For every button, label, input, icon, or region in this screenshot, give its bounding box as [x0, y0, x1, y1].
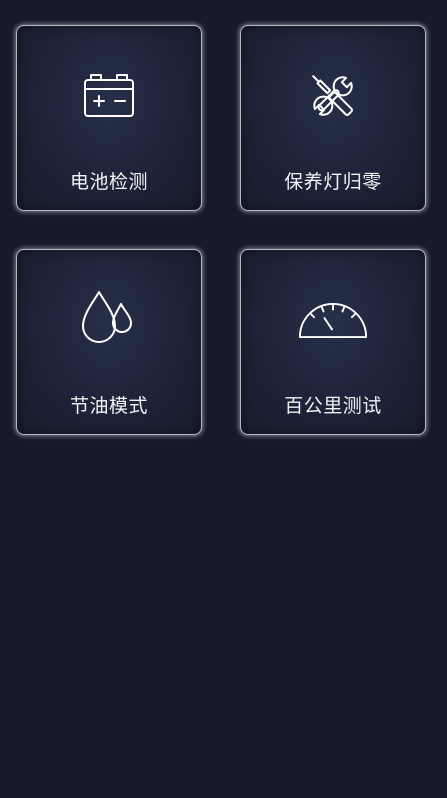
maintenance-light-reset-button[interactable]: 保养灯归零	[240, 25, 426, 211]
fuel-saving-mode-button[interactable]: 节油模式	[16, 249, 202, 435]
speedometer-icon	[298, 288, 368, 352]
per-100km-test-label: 百公里测试	[284, 395, 382, 417]
battery-check-button[interactable]: 电池检测	[16, 25, 202, 211]
maintenance-light-reset-label: 保养灯归零	[284, 171, 382, 193]
fuel-saving-mode-label: 节油模式	[69, 395, 148, 417]
wrench-screwdriver-icon	[298, 64, 368, 128]
battery-icon	[74, 64, 144, 128]
per-100km-test-button[interactable]: 百公里测试	[240, 249, 426, 435]
oil-drops-icon	[74, 288, 144, 352]
battery-check-label: 电池检测	[69, 171, 148, 193]
